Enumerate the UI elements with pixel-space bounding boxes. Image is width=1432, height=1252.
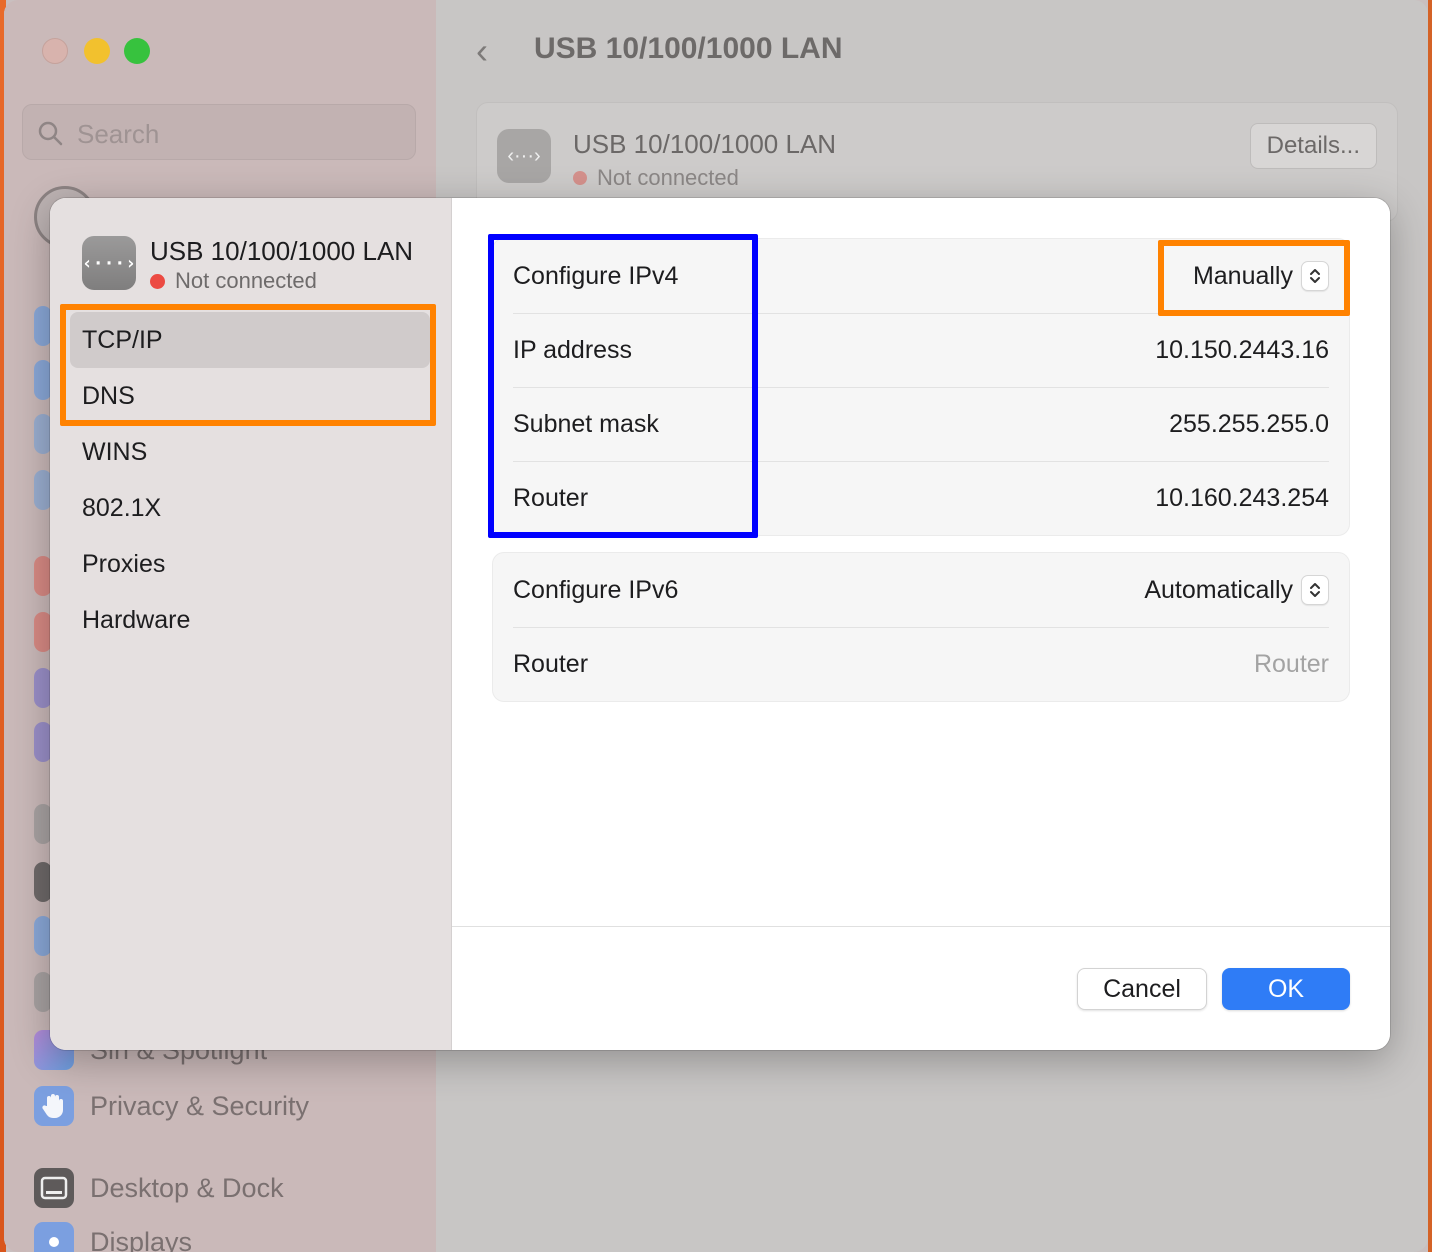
subnet-mask-field[interactable]: 255.255.255.0	[1169, 410, 1329, 439]
nav-item-hardware[interactable]: Hardware	[70, 592, 430, 648]
hand-icon	[34, 1086, 74, 1126]
search-icon	[38, 121, 63, 146]
ip-address-field[interactable]: 10.150.2443.16	[1155, 336, 1329, 365]
annotation-orange-popup-box	[1158, 240, 1350, 316]
status-dot-icon	[150, 273, 165, 289]
back-chevron-icon[interactable]: ‹	[476, 30, 488, 72]
connection-status-text: Not connected	[175, 268, 317, 293]
annotation-orange-nav-box	[60, 304, 436, 426]
sidebar-search-field[interactable]: Search	[22, 104, 416, 160]
connection-status-text: Not connected	[597, 165, 739, 190]
search-placeholder: Search	[77, 119, 160, 149]
router-ipv4-field[interactable]: 10.160.243.254	[1155, 484, 1329, 513]
ok-button[interactable]: OK	[1222, 968, 1350, 1010]
configure-ipv6-label: Configure IPv6	[513, 575, 679, 604]
sidebar-item-desktop-dock[interactable]: Desktop & Dock	[34, 1168, 284, 1208]
connection-name: USB 10/100/1000 LAN	[150, 236, 414, 266]
sidebar-item-label: Displays	[90, 1226, 193, 1252]
details-button[interactable]: Details...	[1249, 123, 1377, 169]
nav-item-8021x[interactable]: 802.1X	[70, 480, 430, 536]
window-close-button[interactable]	[42, 38, 68, 64]
configure-ipv6-value: Automatically	[1144, 575, 1293, 604]
dock-icon	[34, 1168, 74, 1208]
status-dot-icon	[573, 171, 587, 185]
ipv6-group: Configure IPv6 Automatically Router Rout…	[492, 552, 1350, 702]
router-ipv6-row: Router Router	[493, 627, 1349, 701]
sidebar-item-privacy-security[interactable]: Privacy & Security	[34, 1086, 309, 1126]
footer-divider	[452, 926, 1390, 927]
cancel-button[interactable]: Cancel	[1077, 968, 1207, 1010]
connection-status: Not connected	[573, 165, 739, 191]
page-title: USB 10/100/1000 LAN	[534, 32, 843, 65]
updown-chevron-icon	[1301, 575, 1329, 605]
annotation-blue-labels-box	[488, 234, 758, 538]
nav-item-proxies[interactable]: Proxies	[70, 536, 430, 592]
window-zoom-button[interactable]	[124, 38, 150, 64]
sidebar-item-displays[interactable]: Displays	[34, 1222, 192, 1252]
sidebar-item-label: Privacy & Security	[90, 1090, 310, 1121]
connection-status: Not connected	[150, 268, 317, 294]
configure-ipv6-row: Configure IPv6 Automatically	[493, 553, 1349, 627]
window-minimize-button[interactable]	[84, 38, 110, 64]
configure-ipv6-popup[interactable]: Automatically	[1144, 575, 1329, 605]
ethernet-icon: ‹···›	[497, 129, 551, 183]
router-ipv6-label: Router	[513, 649, 589, 678]
tcpip-sheet: ‹···› USB 10/100/1000 LAN Not connected …	[50, 198, 1390, 1050]
nav-item-wins[interactable]: WINS	[70, 424, 430, 480]
ethernet-icon: ‹···›	[82, 236, 136, 290]
desktop-wallpaper-right	[1428, 0, 1432, 1252]
sun-icon	[34, 1222, 74, 1252]
router-ipv6-field[interactable]: Router	[1254, 650, 1329, 679]
connection-name: USB 10/100/1000 LAN	[573, 129, 837, 159]
sidebar-item-label: Desktop & Dock	[90, 1172, 284, 1203]
